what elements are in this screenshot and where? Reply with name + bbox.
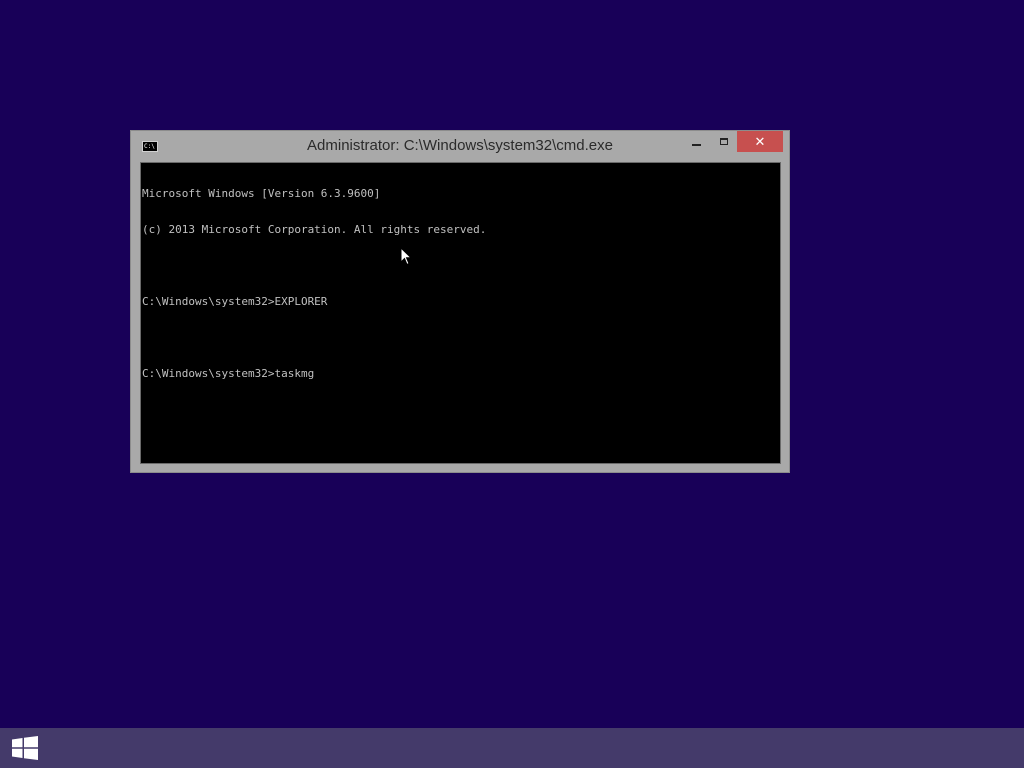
- taskbar: [0, 728, 1024, 768]
- maximize-icon: [720, 138, 728, 145]
- desktop: C:\ Administrator: C:\Windows\system32\c…: [0, 0, 1024, 768]
- close-button[interactable]: ✕: [737, 131, 783, 152]
- console-line: C:\Windows\system32>EXPLORER: [142, 295, 328, 308]
- mouse-cursor-icon: [400, 247, 412, 266]
- minimize-icon: [691, 143, 701, 146]
- maximize-button[interactable]: [711, 131, 737, 152]
- minimize-button[interactable]: [683, 131, 709, 152]
- start-button[interactable]: [0, 728, 50, 768]
- console-output[interactable]: Microsoft Windows [Version 6.3.9600] (c)…: [140, 162, 781, 464]
- console-input-line[interactable]: C:\Windows\system32>taskmg: [142, 368, 780, 380]
- close-icon: ✕: [754, 133, 766, 149]
- title-bar[interactable]: C:\ Administrator: C:\Windows\system32\c…: [131, 131, 789, 162]
- console-line: (c) 2013 Microsoft Corporation. All righ…: [142, 223, 487, 236]
- windows-logo-icon: [12, 736, 38, 760]
- cmd-window[interactable]: C:\ Administrator: C:\Windows\system32\c…: [130, 130, 790, 473]
- console-line: Microsoft Windows [Version 6.3.9600]: [142, 187, 381, 200]
